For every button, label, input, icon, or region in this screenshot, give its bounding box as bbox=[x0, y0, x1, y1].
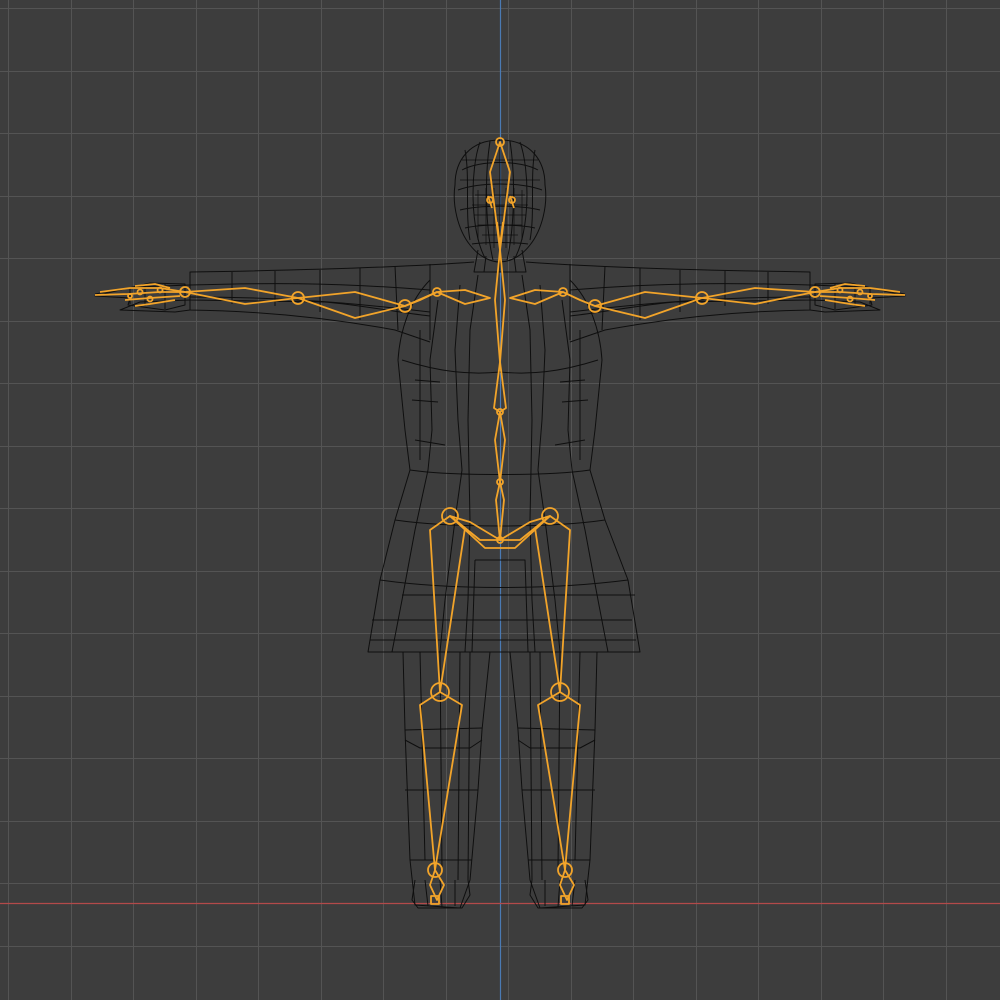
spine-mid-bone bbox=[494, 411, 506, 483]
right-shin-bone bbox=[537, 691, 581, 871]
spine-lower-bone bbox=[495, 481, 505, 541]
left-hand-bone bbox=[184, 287, 299, 305]
3d-viewport[interactable] bbox=[0, 0, 1000, 1000]
right-clavicle-bone bbox=[509, 289, 564, 305]
head-bone bbox=[489, 141, 511, 251]
right-hand-bone bbox=[701, 287, 816, 305]
armature-bones[interactable] bbox=[0, 0, 1000, 1000]
left-thigh-bone bbox=[429, 515, 466, 693]
right-thigh-bone bbox=[534, 515, 571, 693]
right-forearm-bone bbox=[594, 291, 703, 319]
left-clavicle-bone bbox=[436, 289, 491, 305]
spine-upper-bone bbox=[493, 361, 507, 413]
left-shin-bone bbox=[419, 691, 463, 871]
neck-bone bbox=[494, 249, 506, 363]
left-finger-bones bbox=[94, 283, 186, 307]
right-finger-bones bbox=[814, 283, 906, 307]
left-forearm-bone bbox=[297, 291, 406, 319]
